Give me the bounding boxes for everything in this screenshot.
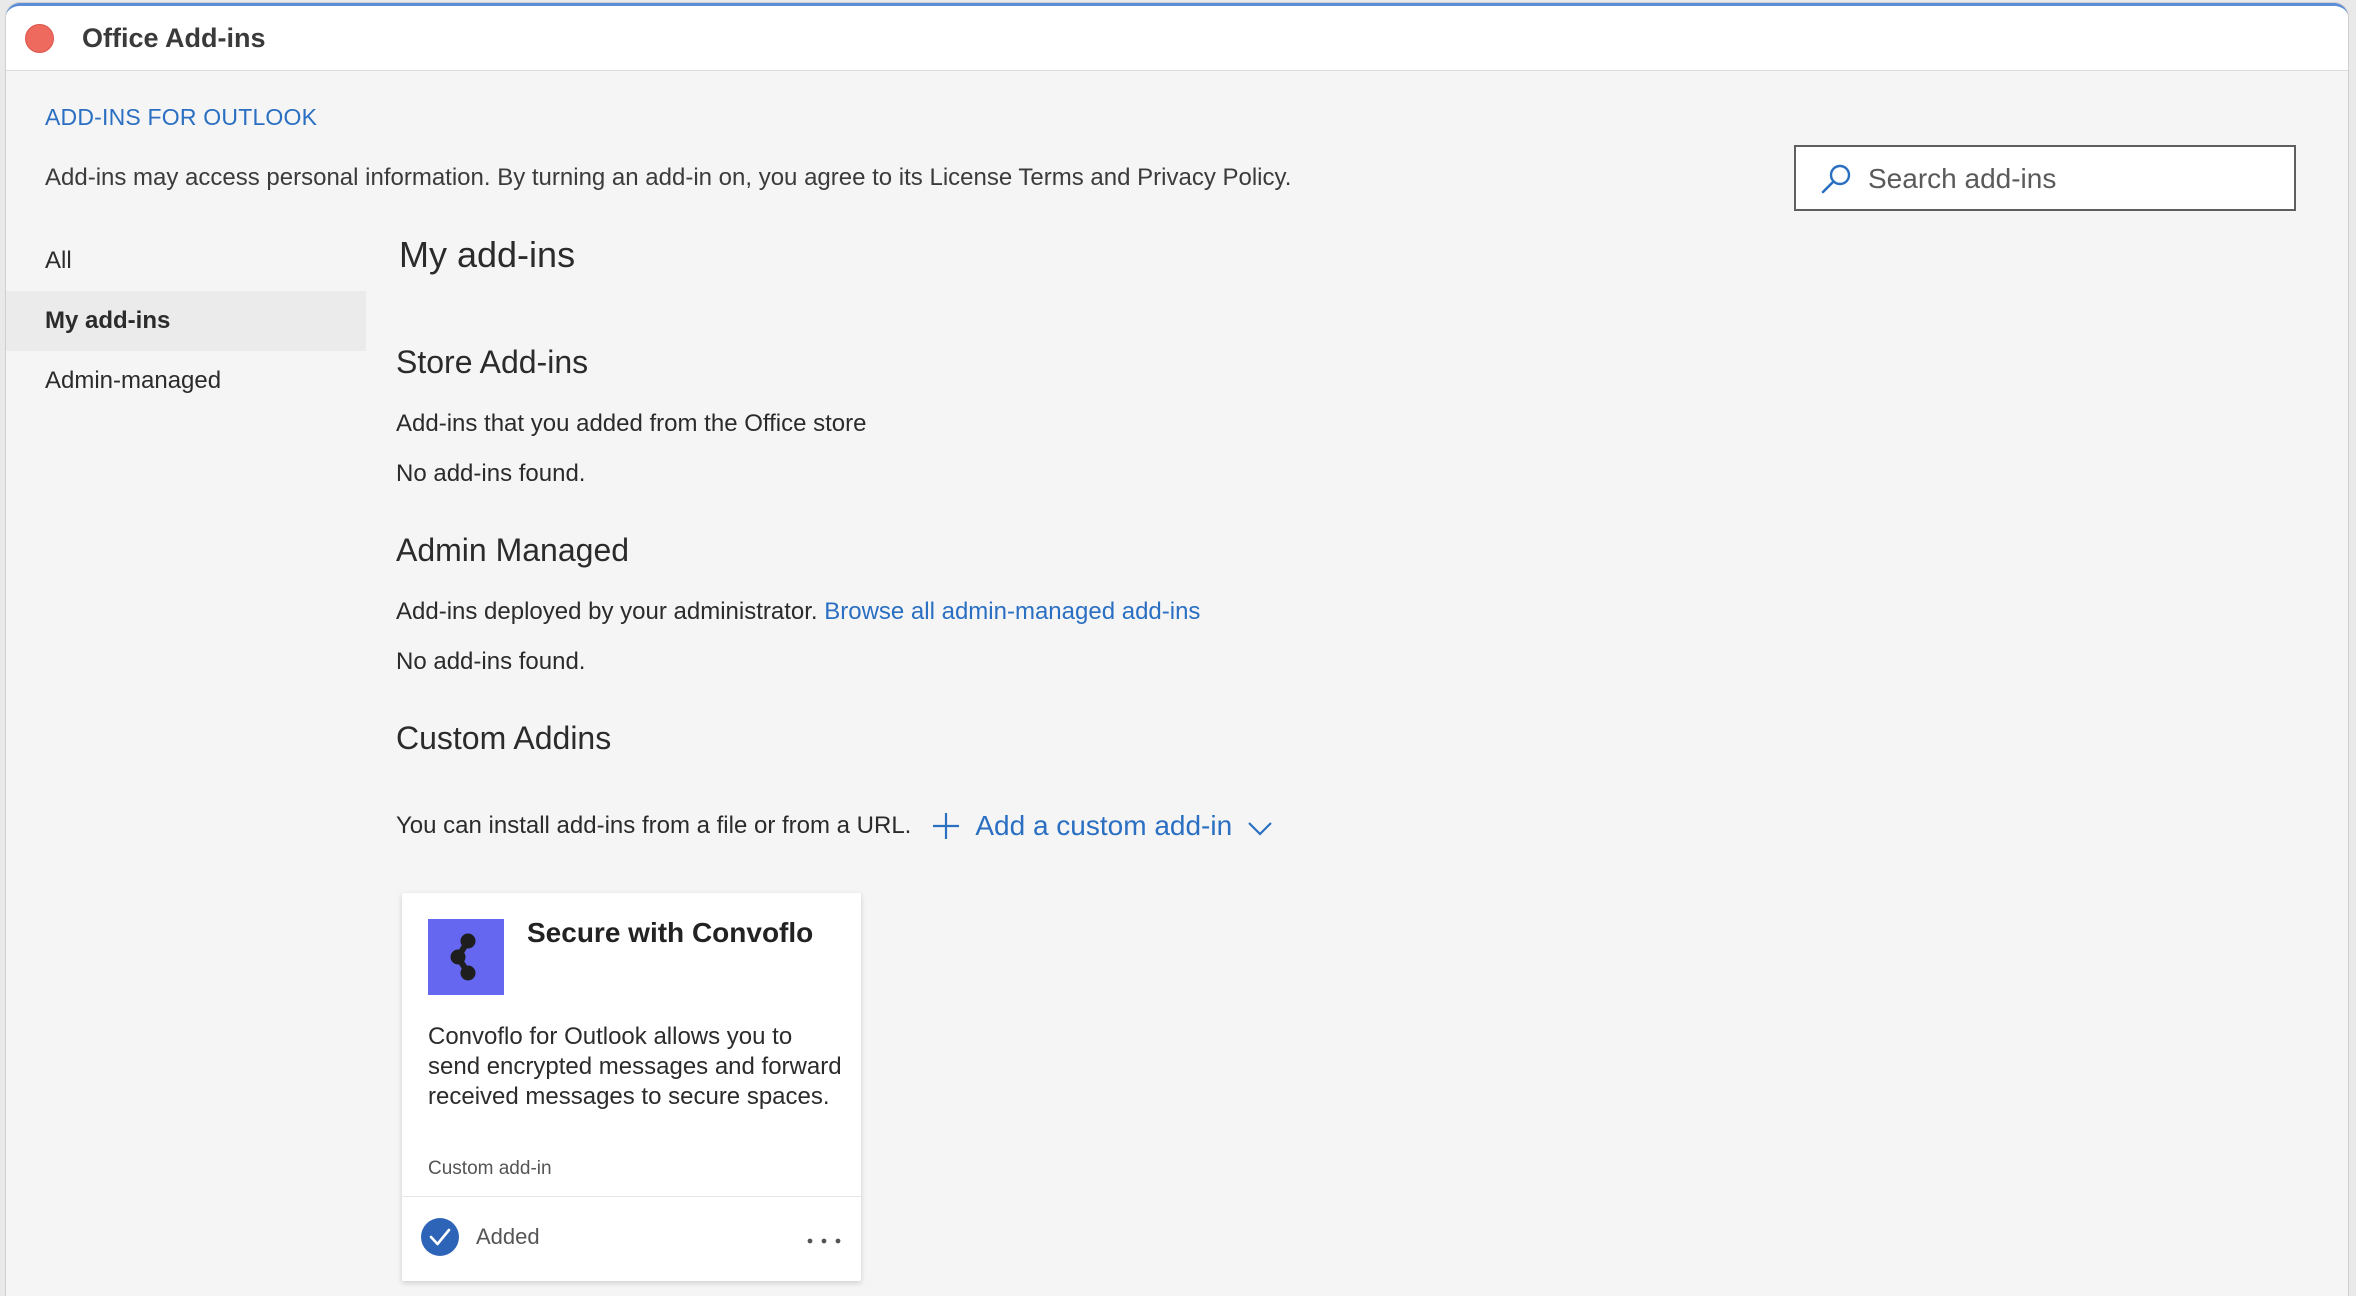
more-options-icon[interactable] <box>802 1221 846 1255</box>
title-bar: Office Add-ins <box>6 6 2348 71</box>
office-addins-dialog: Office Add-ins ADD-INS FOR OUTLOOK Add-i… <box>6 3 2348 1296</box>
admin-managed-heading: Admin Managed <box>396 532 630 568</box>
admin-managed-description-row: Add-ins deployed by your administrator. … <box>396 598 1200 626</box>
checkmark-circle-icon <box>421 1218 459 1256</box>
sidebar-item-all[interactable]: All <box>6 231 366 291</box>
admin-managed-description: Add-ins deployed by your administrator. <box>396 598 818 625</box>
addin-card-title: Secure with Convoflo <box>527 917 814 948</box>
addin-card-type: Custom add-in <box>428 1158 552 1179</box>
window-title: Office Add-ins <box>82 23 266 53</box>
search-icon <box>1821 164 1851 194</box>
plus-icon <box>933 813 960 839</box>
add-custom-addin-button[interactable]: Add a custom add-in <box>931 809 1274 843</box>
sidebar-nav: All My add-ins Admin-managed <box>6 231 366 411</box>
convoflo-logo <box>428 919 504 995</box>
store-addins-description: Add-ins that you added from the Office s… <box>396 410 867 437</box>
addin-card[interactable]: Secure with Convoflo Convoflo for Outloo… <box>402 893 861 1281</box>
addin-status: Added <box>476 1224 540 1249</box>
close-window-button[interactable] <box>25 24 54 53</box>
custom-addins-heading: Custom Addins <box>396 720 612 756</box>
privacy-disclaimer: Add-ins may access personal information.… <box>45 164 1292 191</box>
sidebar-item-admin-managed[interactable]: Admin-managed <box>6 351 366 411</box>
search-box[interactable] <box>1794 145 2296 211</box>
custom-addins-row: You can install add-ins from a file or f… <box>396 806 1274 846</box>
addin-card-description: Convoflo for Outlook allows you to send … <box>428 1023 842 1110</box>
chevron-down-icon <box>1248 822 1272 836</box>
admin-managed-empty: No add-ins found. <box>396 648 586 675</box>
search-input[interactable] <box>1866 157 2280 201</box>
card-divider <box>402 1196 861 1197</box>
page-title: My add-ins <box>399 234 576 275</box>
store-addins-heading: Store Add-ins <box>396 344 589 380</box>
store-addins-empty: No add-ins found. <box>396 460 586 487</box>
custom-addins-description: You can install add-ins from a file or f… <box>396 812 912 839</box>
addins-for-outlook-link[interactable]: ADD-INS FOR OUTLOOK <box>45 104 317 131</box>
browse-admin-managed-link[interactable]: Browse all admin-managed add-ins <box>824 598 1200 625</box>
add-custom-addin-label: Add a custom add-in <box>975 810 1233 841</box>
sidebar-item-my-addins[interactable]: My add-ins <box>6 291 366 351</box>
share-nodes-icon <box>450 933 476 981</box>
